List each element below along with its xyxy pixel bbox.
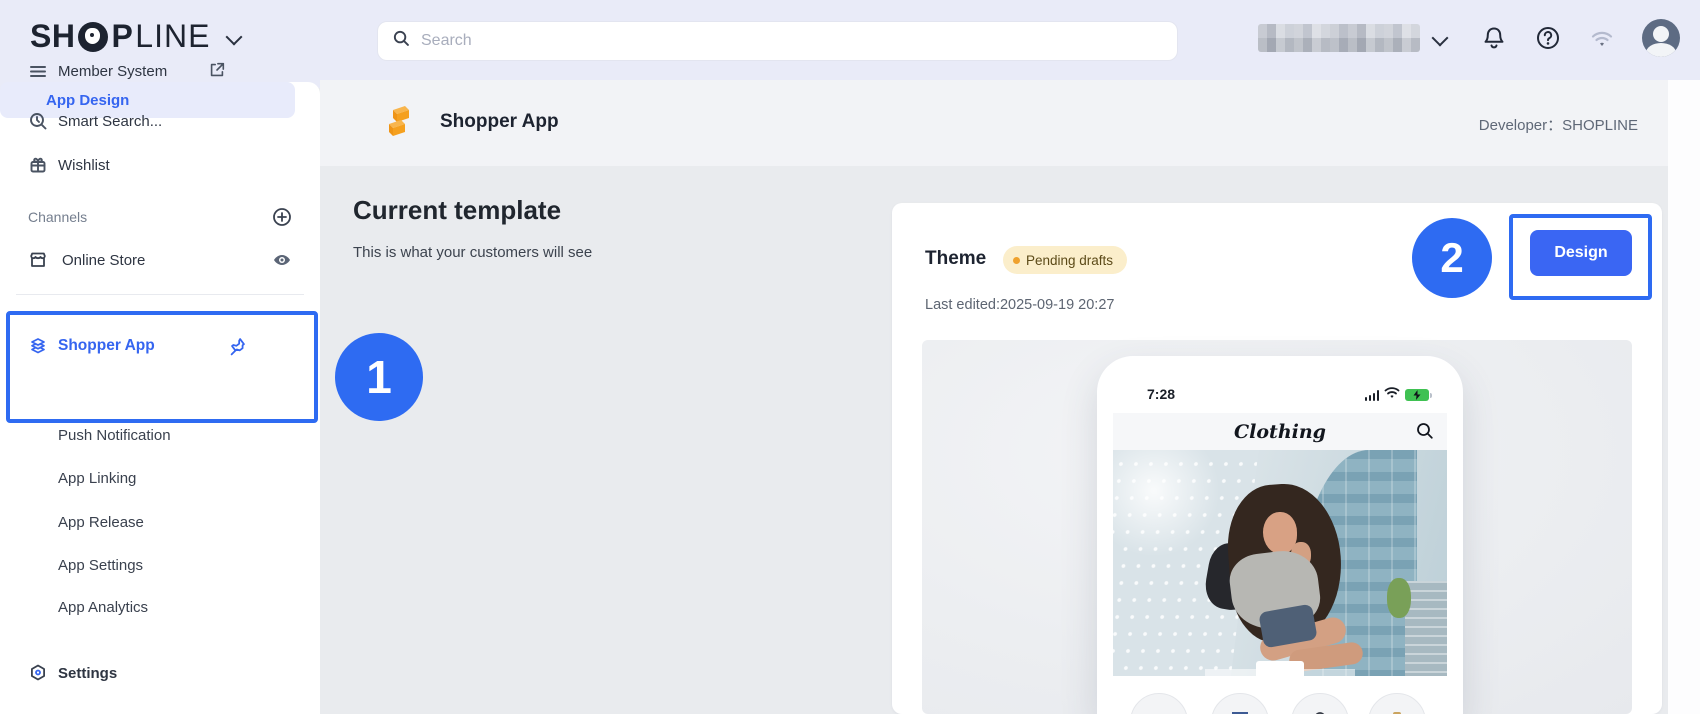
- shopline-logo[interactable]: SH P LINE: [30, 18, 210, 55]
- cellular-signal-icon: [1365, 390, 1380, 401]
- sidebar-item-label: App Analytics: [58, 599, 148, 616]
- avatar[interactable]: [1642, 19, 1680, 57]
- logo-text: LINE: [135, 18, 210, 55]
- developer-label: Developer：SHOPLINE: [1198, 114, 1638, 135]
- account-name-blurred[interactable]: [1258, 24, 1420, 52]
- phone-clock: 7:28: [1147, 386, 1175, 402]
- sidebar-item-app-release[interactable]: App Release: [0, 507, 320, 537]
- list-icon: [28, 61, 48, 81]
- status-dot: [1013, 257, 1020, 264]
- annotation-badge-step2: 2: [1412, 218, 1492, 298]
- sidebar-item-settings[interactable]: Settings: [0, 658, 320, 688]
- annotation-badge-step1: 1: [335, 333, 423, 421]
- battery-icon: [1405, 389, 1429, 401]
- sidebar-item-label: App Settings: [58, 557, 143, 574]
- sidebar-item-wishlist[interactable]: Wishlist: [0, 150, 320, 180]
- phone-app-bar: Clothing: [1113, 413, 1447, 450]
- category-circle-clutch[interactable]: [1368, 693, 1426, 714]
- smart-search-icon: [28, 111, 48, 131]
- light-flare-art: [1113, 450, 1229, 566]
- category-circle-shoes[interactable]: [1130, 693, 1188, 714]
- shopper-app-logo-icon: [385, 104, 413, 145]
- help-icon[interactable]: [1534, 24, 1562, 52]
- carousel-indicator: [1256, 661, 1304, 676]
- sidebar-item-smart-search[interactable]: Smart Search...: [0, 106, 320, 136]
- channels-section-label: Channels: [28, 209, 87, 225]
- last-edited-timestamp: Last edited:2025-09-19 20:27: [925, 297, 1114, 313]
- sidebar-item-shopper-app[interactable]: Shopper App: [0, 331, 320, 361]
- sidebar-item-label: App Design: [46, 92, 129, 109]
- section-subheading: This is what your customers will see: [353, 244, 592, 261]
- sidebar-item-app-analytics[interactable]: App Analytics: [0, 592, 320, 622]
- sidebar-item-label: Shopper App: [58, 337, 155, 355]
- gear-icon: [28, 663, 48, 683]
- hero-banner-image[interactable]: [1113, 450, 1447, 676]
- shopper-app-icon: [28, 336, 48, 356]
- status-badge-label: Pending drafts: [1026, 253, 1113, 268]
- status-badge: Pending drafts: [1003, 246, 1127, 274]
- greenery-art: [1387, 578, 1411, 618]
- external-link-icon: [208, 61, 228, 81]
- sidebar-divider: [16, 294, 304, 295]
- phone-wifi-icon: [1384, 386, 1400, 404]
- design-button[interactable]: Design: [1530, 230, 1632, 276]
- scrollbar-track[interactable]: [1668, 80, 1700, 714]
- sidebar-item-label: Online Store: [62, 252, 145, 269]
- sidebar-section-channels: Channels: [0, 202, 320, 232]
- sidebar-item-label: Wishlist: [58, 157, 110, 174]
- sidebar-item-label: Member System: [58, 63, 167, 80]
- sidebar-item-label: App Linking: [58, 470, 136, 487]
- phone-status-icons: [1365, 386, 1430, 404]
- sidebar-item-label: App Release: [58, 514, 144, 531]
- category-circle-jeans[interactable]: [1211, 693, 1269, 714]
- gift-icon: [28, 155, 48, 175]
- storefront-icon: [28, 250, 48, 270]
- shopline-logo-icon: [78, 22, 108, 52]
- search-icon: [392, 29, 411, 53]
- sidebar-item-push-notification[interactable]: Push Notification: [0, 420, 320, 450]
- sidebar-item-label: Settings: [58, 665, 117, 682]
- wifi-icon[interactable]: [1588, 24, 1616, 52]
- sidebar-item-label: Smart Search...: [58, 113, 162, 130]
- sidebar-item-online-store[interactable]: Online Store: [0, 245, 320, 275]
- category-circle-bag[interactable]: [1291, 693, 1349, 714]
- add-channel-button[interactable]: [272, 207, 292, 227]
- logo-text: SH: [30, 18, 75, 55]
- store-name: Clothing: [1234, 421, 1326, 443]
- sidebar-item-app-linking[interactable]: App Linking: [0, 463, 320, 493]
- page-title: Shopper App: [440, 111, 559, 133]
- global-search[interactable]: [377, 21, 1178, 61]
- section-heading: Current template: [353, 195, 561, 226]
- phone-mockup: 7:28 Clothing: [1097, 356, 1463, 714]
- logo-text: P: [111, 18, 133, 55]
- notification-bell-icon[interactable]: [1480, 24, 1508, 52]
- sidebar-item-label: Push Notification: [58, 427, 171, 444]
- search-input[interactable]: [421, 32, 1163, 50]
- theme-title: Theme: [925, 248, 986, 270]
- sidebar-item-app-settings[interactable]: App Settings: [0, 550, 320, 580]
- pin-icon[interactable]: [228, 336, 248, 356]
- low-building-art: [1405, 581, 1447, 676]
- eye-icon[interactable]: [272, 250, 292, 270]
- phone-search-icon[interactable]: [1415, 421, 1435, 446]
